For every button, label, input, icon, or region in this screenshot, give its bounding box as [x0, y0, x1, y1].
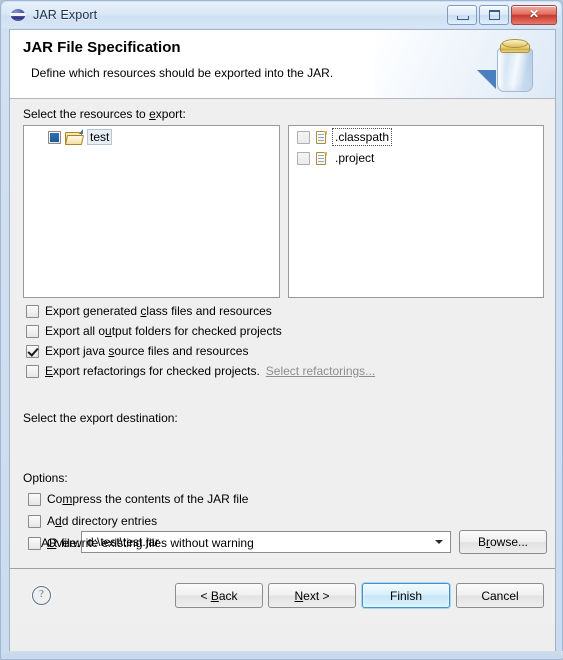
list-item-label: .project [335, 151, 375, 165]
tree-row[interactable]: test [24, 128, 279, 146]
resources-label: Select the resources to export: [23, 107, 186, 121]
project-checkbox-test[interactable] [48, 130, 61, 144]
wizard-header: JAR File Specification Define which reso… [10, 30, 555, 99]
browse-button[interactable]: Browse... [459, 530, 547, 554]
maximize-button[interactable] [479, 5, 509, 25]
option-label: Compress the contents of the JAR file [47, 492, 249, 506]
destination-label: Select the export destination: [23, 411, 178, 425]
next-button-label: Next > [294, 588, 330, 603]
list-item-label: .classpath [331, 128, 393, 146]
page-description: Define which resources should be exporte… [31, 66, 334, 80]
option-label: Export refactorings for checked projects… [45, 364, 260, 378]
window-title: JAR Export [33, 8, 98, 22]
finish-button[interactable]: Finish [362, 583, 450, 608]
dialog-client-area: JAR File Specification Define which reso… [9, 29, 556, 653]
chevron-down-icon[interactable] [428, 532, 450, 552]
option-overwrite-existing-files[interactable]: Overwrite existing files without warning [28, 535, 254, 551]
back-button[interactable]: < Back [175, 583, 263, 608]
option-label: Export all output folders for checked pr… [45, 324, 282, 338]
title-bar[interactable]: JAR Export ✕ [2, 2, 561, 28]
checkbox[interactable] [28, 536, 41, 550]
option-export-generated-class-files[interactable]: Export generated class files and resourc… [26, 303, 272, 319]
cancel-button[interactable]: Cancel [456, 583, 544, 608]
open-folder-icon [64, 129, 85, 145]
finish-button-label: Finish [389, 588, 422, 603]
project-tree-panel[interactable]: test [23, 125, 280, 298]
cancel-button-label: Cancel [481, 588, 519, 603]
select-refactorings-link[interactable]: Select refactorings... [266, 364, 375, 378]
dialog-body: Select the resources to export: test .cl… [10, 99, 555, 625]
tree-item-label: test [87, 129, 113, 145]
minimize-icon [457, 16, 469, 20]
checkbox[interactable] [26, 324, 39, 338]
jar-export-dialog: JAR Export ✕ JAR File Specification Defi… [0, 0, 563, 660]
minimize-button[interactable] [447, 5, 477, 25]
help-question-icon[interactable]: ? [32, 586, 51, 605]
file-icon [315, 151, 328, 166]
checkbox[interactable] [26, 304, 39, 318]
page-title: JAR File Specification [23, 39, 181, 56]
window-controls: ✕ [447, 5, 557, 25]
checkbox[interactable] [28, 492, 41, 506]
option-label: Add directory entries [47, 514, 158, 528]
eclipse-sphere-icon [10, 7, 26, 23]
checkbox[interactable] [26, 364, 39, 378]
checkbox[interactable] [26, 344, 39, 358]
option-export-refactorings[interactable]: Export refactorings for checked projects… [26, 363, 375, 379]
resource-checkbox-project[interactable] [297, 151, 310, 165]
option-add-directory-entries[interactable]: Add directory entries [28, 513, 157, 529]
browse-button-label: Browse... [477, 535, 529, 549]
checkbox[interactable] [28, 514, 41, 528]
resource-checkbox-classpath[interactable] [297, 130, 310, 144]
option-export-java-source-files[interactable]: Export java source files and resources [26, 343, 248, 359]
option-label: Export generated class files and resourc… [45, 304, 272, 318]
file-icon [315, 130, 328, 145]
back-button-label: < Back [200, 588, 238, 603]
list-item[interactable]: .project [289, 149, 543, 167]
option-label: Export java source files and resources [45, 344, 249, 358]
dialog-footer: ? < Back Next > Finish Cancel [10, 568, 555, 625]
option-export-all-output-folders[interactable]: Export all output folders for checked pr… [26, 323, 282, 339]
option-compress-contents[interactable]: Compress the contents of the JAR file [28, 491, 248, 507]
options-label: Options: [23, 471, 68, 485]
window-bottom-edge [2, 651, 563, 658]
jar-export-icon [477, 34, 543, 96]
list-item[interactable]: .classpath [289, 128, 543, 146]
close-icon: ✕ [528, 7, 540, 21]
maximize-icon [489, 10, 500, 20]
option-label: Overwrite existing files without warning [47, 536, 254, 550]
close-button[interactable]: ✕ [511, 5, 557, 25]
resource-list-panel[interactable]: .classpath .project [288, 125, 544, 298]
next-button[interactable]: Next > [268, 583, 356, 608]
